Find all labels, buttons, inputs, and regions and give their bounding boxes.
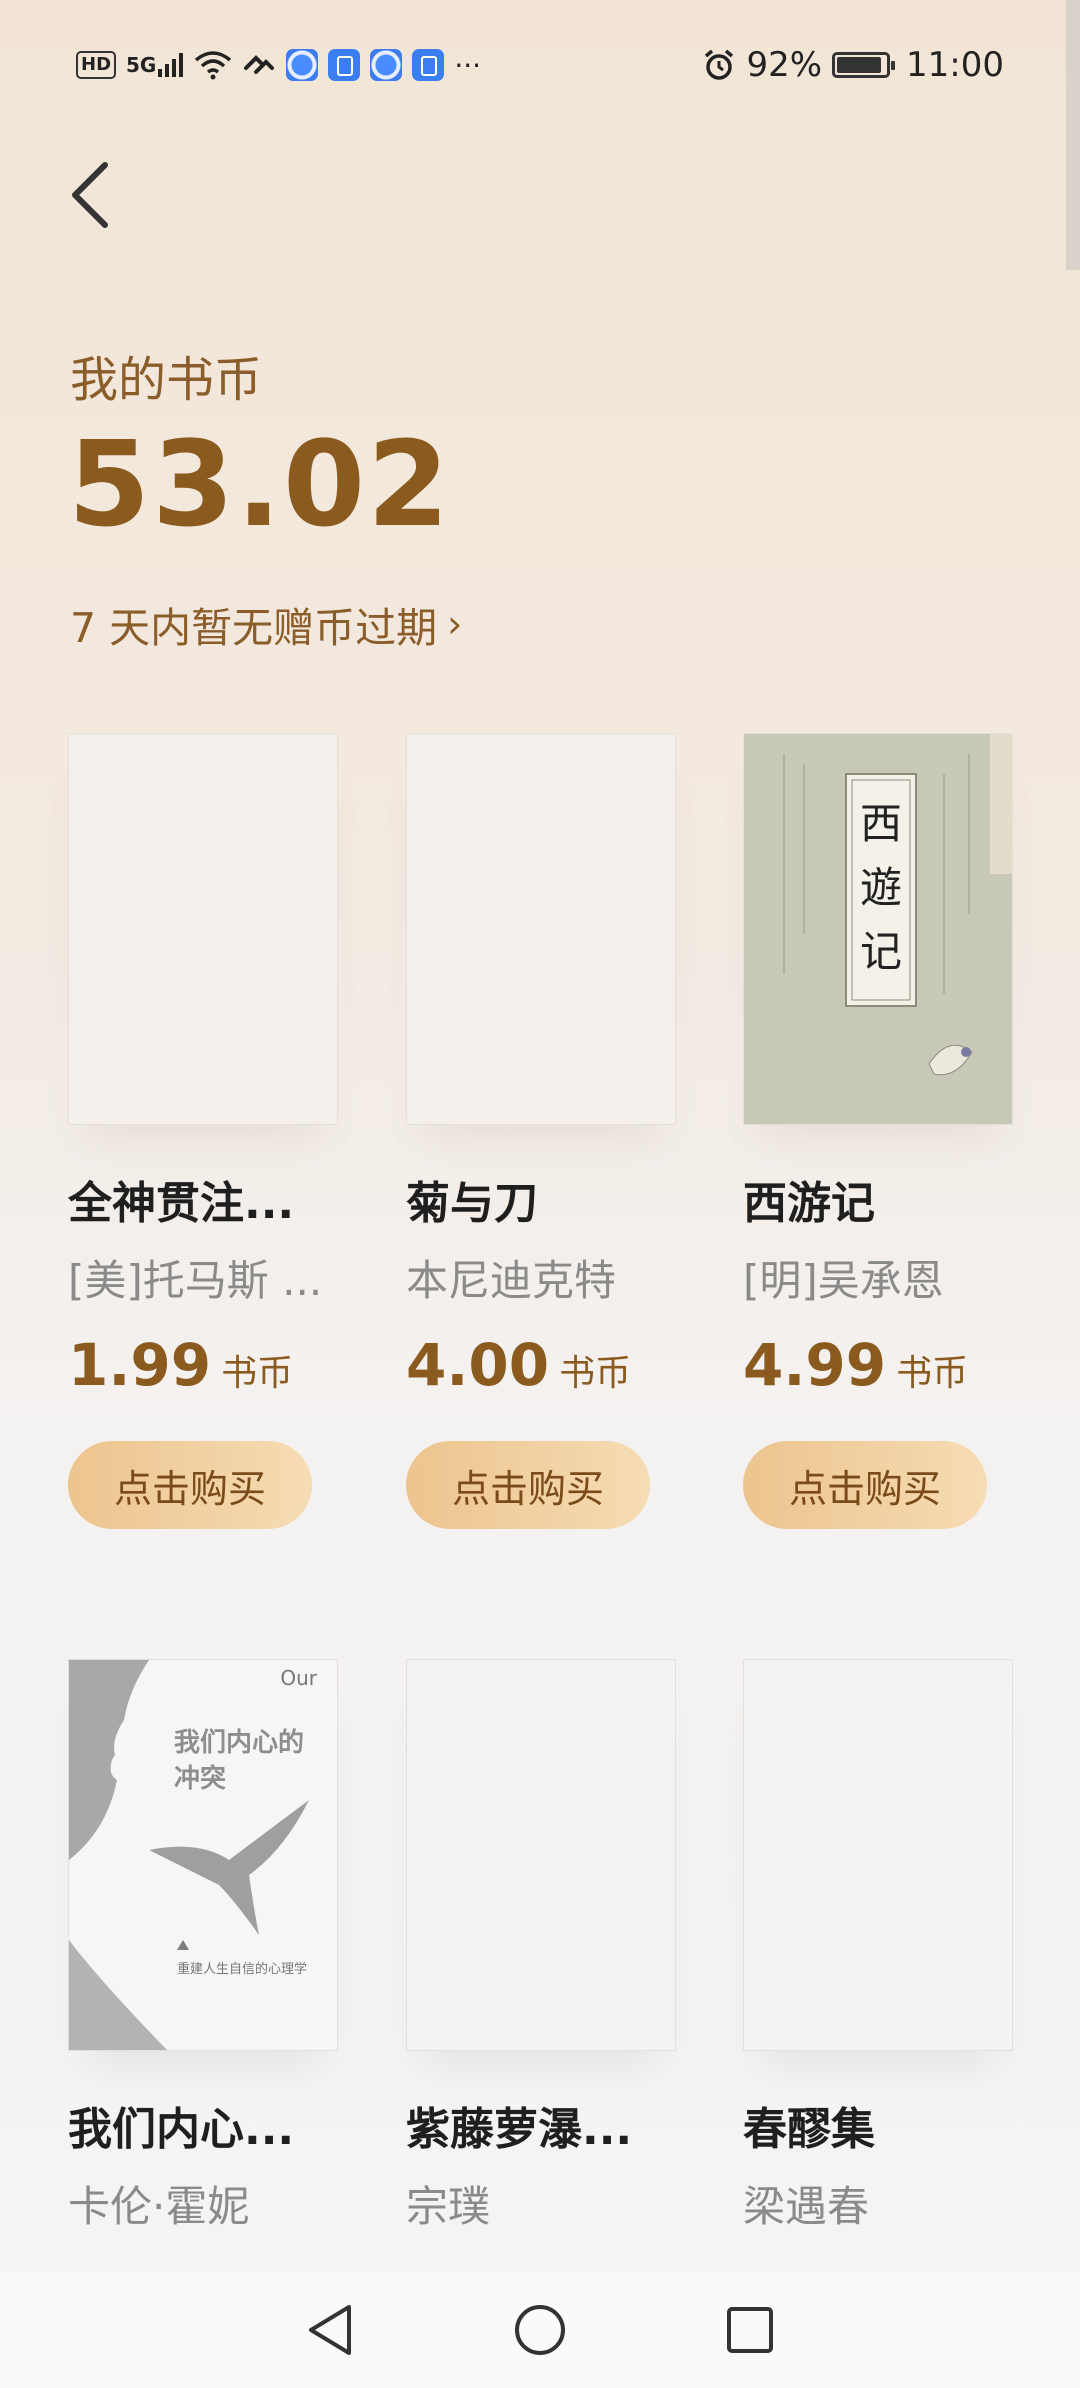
cover-tagline: 重建人生自信的心理学 xyxy=(177,1962,308,1977)
book-title: 西游记 xyxy=(743,1178,875,1229)
coin-expiry-link[interactable]: 7 天内暂无赠币过期 › xyxy=(70,594,462,654)
price-unit: 书币 xyxy=(559,1353,632,1394)
buy-button[interactable]: 点击购买 xyxy=(743,1441,987,1529)
book-title: 全神贯注... xyxy=(68,1178,295,1229)
book-card[interactable]: 西遊记 西游记 [明]吴承恩 4.99 书币 点击购买 xyxy=(743,733,1013,1529)
book-card[interactable]: Our 我们内心的 冲突 重建人生自信的心理学 我们内心... 卡伦·霍妮 xyxy=(68,1659,338,2235)
nav-home-button[interactable] xyxy=(510,2300,570,2360)
price-row: 1.99 书币 xyxy=(68,1331,338,1399)
book-cover[interactable] xyxy=(68,733,338,1125)
book-cover[interactable] xyxy=(406,733,676,1125)
link-icon xyxy=(244,55,275,74)
qq-app-icon xyxy=(412,49,445,81)
price-row: 4.00 书币 xyxy=(406,1331,676,1399)
more-notifications-icon: ··· xyxy=(454,48,482,82)
book-cover[interactable] xyxy=(406,1659,676,2051)
book-cover[interactable]: 西遊记 xyxy=(743,733,1013,1125)
chevron-right-icon: › xyxy=(447,602,463,646)
book-author: 梁遇春 xyxy=(743,2182,870,2231)
browser-app-icon xyxy=(286,49,319,81)
price-unit: 书币 xyxy=(896,1353,969,1394)
signal-label: 5G xyxy=(126,53,157,77)
chevron-left-icon xyxy=(72,162,108,228)
book-title: 菊与刀 xyxy=(406,1178,538,1229)
status-right: 92% 11:00 xyxy=(702,45,1004,85)
book-author: 宗璞 xyxy=(406,2182,491,2231)
system-nav-bar xyxy=(0,2272,1080,2388)
book-cover[interactable] xyxy=(743,1659,1013,2051)
book-card[interactable]: 紫藤萝瀑... 宗璞 xyxy=(406,1659,676,2235)
book-price: 4.99 xyxy=(743,1331,887,1399)
book-card[interactable]: 全神贯注... [美]托马斯 ... 1.99 书币 点击购买 xyxy=(68,733,338,1529)
book-card[interactable]: 菊与刀 本尼迪克特 4.00 书币 点击购买 xyxy=(406,733,676,1529)
back-button[interactable] xyxy=(50,155,130,235)
book-author: [美]托马斯 ... xyxy=(68,1256,323,1305)
book-title: 春醪集 xyxy=(743,2104,875,2155)
journey-west-cover-text: 西遊记 xyxy=(859,799,902,976)
book-price: 4.00 xyxy=(406,1331,550,1399)
price-row: 4.99 书币 xyxy=(743,1331,1013,1399)
book-title: 紫藤萝瀑... xyxy=(406,2104,633,2155)
nav-recents-button[interactable] xyxy=(720,2300,780,2360)
browser-app-icon xyxy=(370,49,403,81)
triangle-back-icon xyxy=(309,2305,351,2355)
clock-time: 11:00 xyxy=(906,45,1004,85)
circle-home-icon xyxy=(515,2305,565,2355)
alarm-clock-icon xyxy=(705,49,734,80)
status-bar: HD 5G ··· 92% 11:00 xyxy=(0,0,1080,130)
coin-balance-label: 我的书币 xyxy=(70,352,263,408)
price-unit: 书币 xyxy=(221,1353,294,1394)
coin-expiry-text: 7 天内暂无赠币过期 xyxy=(70,604,438,652)
coin-balance-value: 53.02 xyxy=(68,415,452,553)
status-left: HD 5G ··· xyxy=(76,49,481,82)
book-cover[interactable]: Our 我们内心的 冲突 重建人生自信的心理学 xyxy=(68,1659,338,2051)
book-card[interactable]: 春醪集 梁遇春 xyxy=(743,1659,1013,2235)
book-price: 1.99 xyxy=(68,1331,212,1399)
book-author: 本尼迪克特 xyxy=(406,1256,617,1305)
scroll-indicator[interactable] xyxy=(1066,0,1080,270)
book-author: 卡伦·霍妮 xyxy=(68,2182,250,2231)
book-author: [明]吴承恩 xyxy=(743,1256,944,1305)
hd-icon: HD xyxy=(76,51,117,79)
book-title: 我们内心... xyxy=(68,2104,295,2155)
battery-icon xyxy=(832,52,896,78)
cover-title-line-2: 冲突 xyxy=(174,1764,227,1794)
signal-5g-icon: 5G xyxy=(126,53,184,77)
battery-percent: 92% xyxy=(746,45,823,85)
qq-app-icon xyxy=(328,49,361,81)
cover-brand: Our xyxy=(280,1666,317,1690)
nav-back-button[interactable] xyxy=(300,2300,360,2360)
inner-conflicts-cover-art xyxy=(69,1660,337,2050)
battery-fill xyxy=(837,57,882,73)
square-recents-icon xyxy=(727,2307,773,2353)
wifi-icon xyxy=(195,51,232,80)
buy-button[interactable]: 点击购买 xyxy=(406,1441,650,1529)
cover-title-line-1: 我们内心的 xyxy=(174,1728,305,1758)
buy-button[interactable]: 点击购买 xyxy=(68,1441,312,1529)
